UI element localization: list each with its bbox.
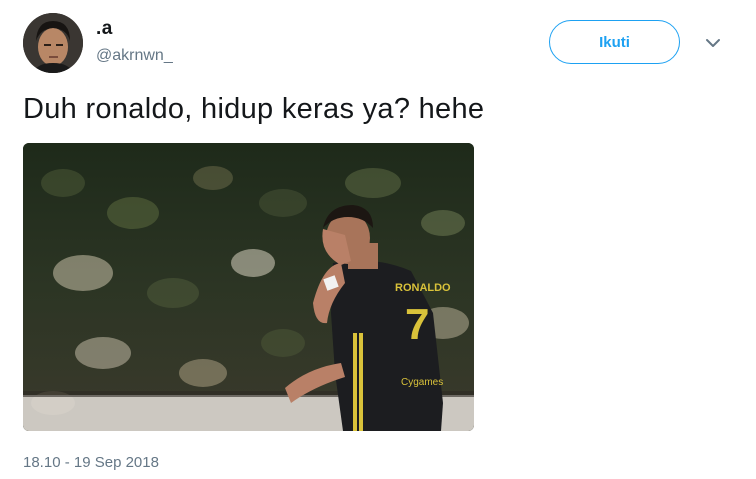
follow-button[interactable]: Ikuti (549, 20, 680, 64)
display-name[interactable]: .a (96, 18, 113, 40)
avatar-photo (23, 13, 83, 73)
user-handle[interactable]: @akrnwn_ (96, 47, 173, 65)
jersey-sponsor: Cygames (401, 377, 443, 388)
tweet-photo[interactable]: 7 RONALDO Cygames (23, 143, 474, 431)
jersey-number: 7 (405, 300, 429, 349)
avatar[interactable] (23, 13, 83, 73)
footballer-photo: 7 RONALDO Cygames (23, 143, 474, 431)
tweet-text: Duh ronaldo, hidup keras ya? hehe (23, 93, 485, 125)
tweet-card: .a @akrnwn_ Ikuti Duh ronaldo, hidup ker… (0, 0, 756, 479)
jersey-name: RONALDO (395, 282, 451, 294)
tweet-timestamp[interactable]: 18.10 - 19 Sep 2018 (23, 454, 159, 471)
chevron-down-icon[interactable] (703, 36, 723, 50)
